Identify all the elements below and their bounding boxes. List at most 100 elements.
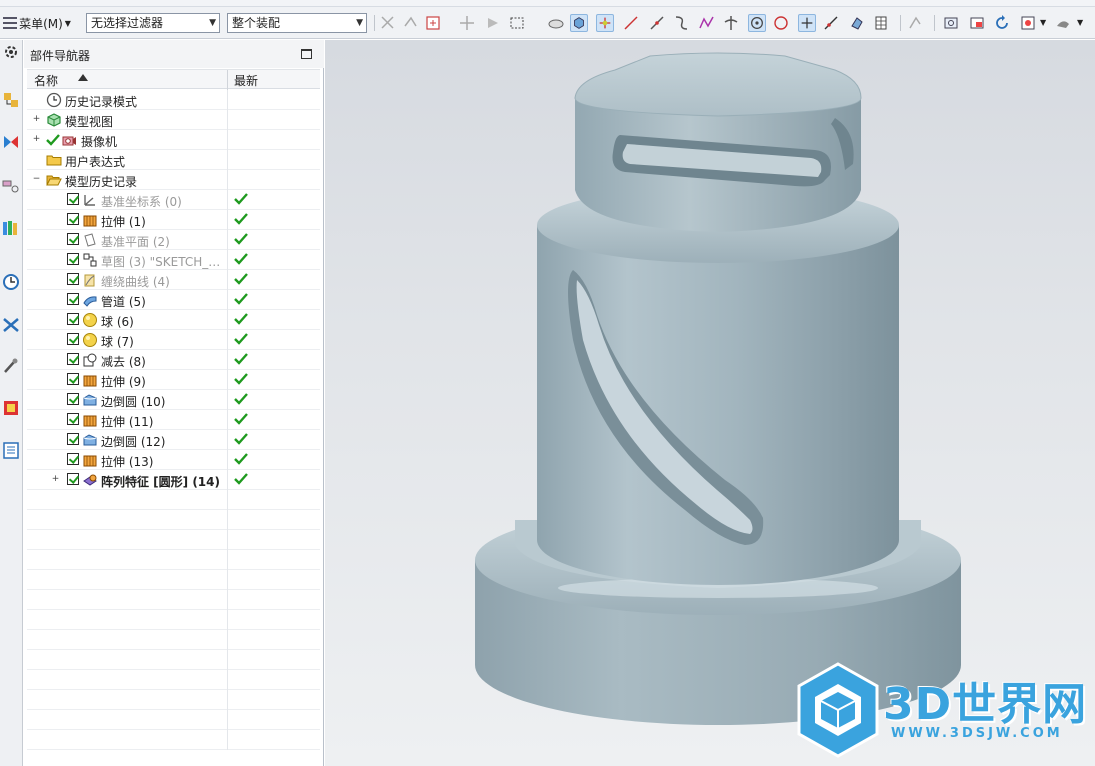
- collapse-icon[interactable]: −: [32, 175, 41, 184]
- column-divider: [227, 250, 228, 270]
- snap-quadrant-icon[interactable]: [772, 14, 790, 32]
- feature-label: 拉伸 (11): [101, 415, 154, 429]
- column-divider: [227, 630, 228, 650]
- feature-row[interactable]: 拉伸 (1): [27, 210, 320, 230]
- snap-control-point-icon[interactable]: [698, 14, 716, 32]
- column-header-name[interactable]: 名称: [34, 72, 58, 89]
- feature-checkbox[interactable]: [67, 253, 79, 265]
- cube-logo-icon: [797, 662, 879, 758]
- expand-icon[interactable]: +: [51, 475, 60, 484]
- feature-row[interactable]: 拉伸 (11): [27, 410, 320, 430]
- tree-node-history-mode[interactable]: 历史记录模式: [27, 90, 320, 110]
- snap-curve-icon[interactable]: [672, 14, 690, 32]
- latest-checkmark-icon: [234, 353, 248, 365]
- feature-checkbox[interactable]: [67, 393, 79, 405]
- 3d-model[interactable]: [325, 40, 1095, 766]
- graphics-window[interactable]: 3D世界网 WWW.3DSJW.COM: [325, 40, 1095, 766]
- snap-endpoint-icon[interactable]: [596, 14, 614, 32]
- selection-scope-dropdown[interactable]: 整个装配 ▼: [227, 13, 367, 33]
- rotate-icon[interactable]: [993, 14, 1011, 32]
- select-region-icon[interactable]: [424, 14, 442, 32]
- history-icon[interactable]: [2, 272, 20, 292]
- feature-row[interactable]: 减去 (8): [27, 350, 320, 370]
- chevron-down-icon[interactable]: ▼: [1040, 18, 1046, 27]
- system-materials-icon[interactable]: [2, 440, 20, 460]
- navigator-title: 部件导航器: [30, 49, 91, 63]
- select-object-icon[interactable]: [484, 14, 502, 32]
- feature-checkbox[interactable]: [67, 213, 79, 225]
- assembly-navigator-icon[interactable]: [2, 90, 20, 110]
- orient-view-icon[interactable]: [1019, 14, 1037, 32]
- constraint-navigator-icon[interactable]: [2, 132, 20, 152]
- feature-row[interactable]: 草图 (3) "SKETCH_0...: [27, 250, 320, 270]
- feature-row[interactable]: 缠绕曲线 (4): [27, 270, 320, 290]
- snap-midpoint-icon[interactable]: [648, 14, 666, 32]
- gear-icon[interactable]: [2, 42, 20, 62]
- tree-node-model-views[interactable]: + 模型视图: [27, 110, 320, 130]
- feature-row[interactable]: 拉伸 (9): [27, 370, 320, 390]
- column-header-latest[interactable]: 最新: [234, 72, 258, 89]
- feature-row[interactable]: 基准坐标系 (0): [27, 190, 320, 210]
- maximize-icon[interactable]: [301, 49, 312, 59]
- feature-checkbox[interactable]: [67, 353, 79, 365]
- feature-row[interactable]: 基准平面 (2): [27, 230, 320, 250]
- feature-tree: 历史记录模式 + 模型视图 + 摄像机 用户表达式 − 模型历史记录 基准坐标系…: [27, 90, 320, 750]
- tree-node-model-history[interactable]: − 模型历史记录: [27, 170, 320, 190]
- feature-checkbox[interactable]: [67, 333, 79, 345]
- feature-row[interactable]: + 阵列特征 [圆形] (14): [27, 470, 320, 490]
- feature-row[interactable]: 边倒圆 (12): [27, 430, 320, 450]
- sort-ascending-icon[interactable]: [78, 74, 88, 81]
- selection-filter-dropdown[interactable]: 无选择过滤器 ▼: [86, 13, 220, 33]
- column-divider: [227, 650, 228, 670]
- fit-view-icon[interactable]: [942, 14, 960, 32]
- zoom-icon[interactable]: [968, 14, 986, 32]
- manufacturing-wizard-icon[interactable]: [2, 356, 20, 376]
- feature-checkbox[interactable]: [67, 233, 79, 245]
- feature-row[interactable]: 边倒圆 (10): [27, 390, 320, 410]
- tree-node-user-expressions[interactable]: 用户表达式: [27, 150, 320, 170]
- top-toolbar: 菜单(M) ▼ 无选择过滤器 ▼ 整个装配 ▼ ▼ ▼: [0, 7, 1095, 39]
- feature-checkbox[interactable]: [67, 473, 79, 485]
- feature-checkbox[interactable]: [67, 293, 79, 305]
- wcs-icon[interactable]: [906, 14, 924, 32]
- rendering-style-icon[interactable]: [1054, 14, 1072, 32]
- snap-intersection-icon[interactable]: [722, 14, 740, 32]
- column-divider[interactable]: [227, 70, 228, 90]
- snap-line-icon[interactable]: [622, 14, 640, 32]
- feature-checkbox[interactable]: [67, 273, 79, 285]
- reuse-library-icon[interactable]: [2, 218, 20, 238]
- snap-bounded-grid-icon[interactable]: [872, 14, 890, 32]
- general-selection-icon[interactable]: [379, 14, 397, 32]
- snap-existing-point-icon[interactable]: [798, 14, 816, 32]
- role-icon[interactable]: [2, 398, 20, 418]
- expand-icon[interactable]: +: [32, 115, 41, 124]
- feature-row[interactable]: 球 (7): [27, 330, 320, 350]
- feature-checkbox[interactable]: [67, 433, 79, 445]
- chevron-down-icon[interactable]: ▼: [1077, 18, 1083, 27]
- feature-row[interactable]: 球 (6): [27, 310, 320, 330]
- expand-icon[interactable]: +: [32, 135, 41, 144]
- empty-row: [27, 670, 320, 690]
- column-divider: [227, 310, 228, 330]
- part-navigator-icon[interactable]: [2, 175, 20, 195]
- process-studio-icon[interactable]: [2, 315, 20, 335]
- shaded-view-icon[interactable]: [570, 14, 588, 32]
- feature-checkbox[interactable]: [67, 373, 79, 385]
- feature-checkbox[interactable]: [67, 313, 79, 325]
- feature-checkbox[interactable]: [67, 413, 79, 425]
- snap-point-icon[interactable]: [458, 14, 476, 32]
- feature-checkbox[interactable]: [67, 193, 79, 205]
- snap-arc-center-icon[interactable]: [748, 14, 766, 32]
- show-hide-icon[interactable]: [547, 14, 565, 32]
- feature-row[interactable]: 管道 (5): [27, 290, 320, 310]
- tree-node-cameras[interactable]: + 摄像机: [27, 130, 320, 150]
- feature-row[interactable]: 拉伸 (13): [27, 450, 320, 470]
- menu-button[interactable]: 菜单(M) ▼: [0, 11, 74, 35]
- snap-point-on-face-icon[interactable]: [848, 14, 866, 32]
- empty-row: [27, 630, 320, 650]
- snap-point-on-curve-icon[interactable]: [822, 14, 840, 32]
- select-features-icon[interactable]: [402, 14, 420, 32]
- rectangle-select-icon[interactable]: [508, 14, 526, 32]
- tree-node-label: 摄像机: [81, 135, 118, 149]
- feature-checkbox[interactable]: [67, 453, 79, 465]
